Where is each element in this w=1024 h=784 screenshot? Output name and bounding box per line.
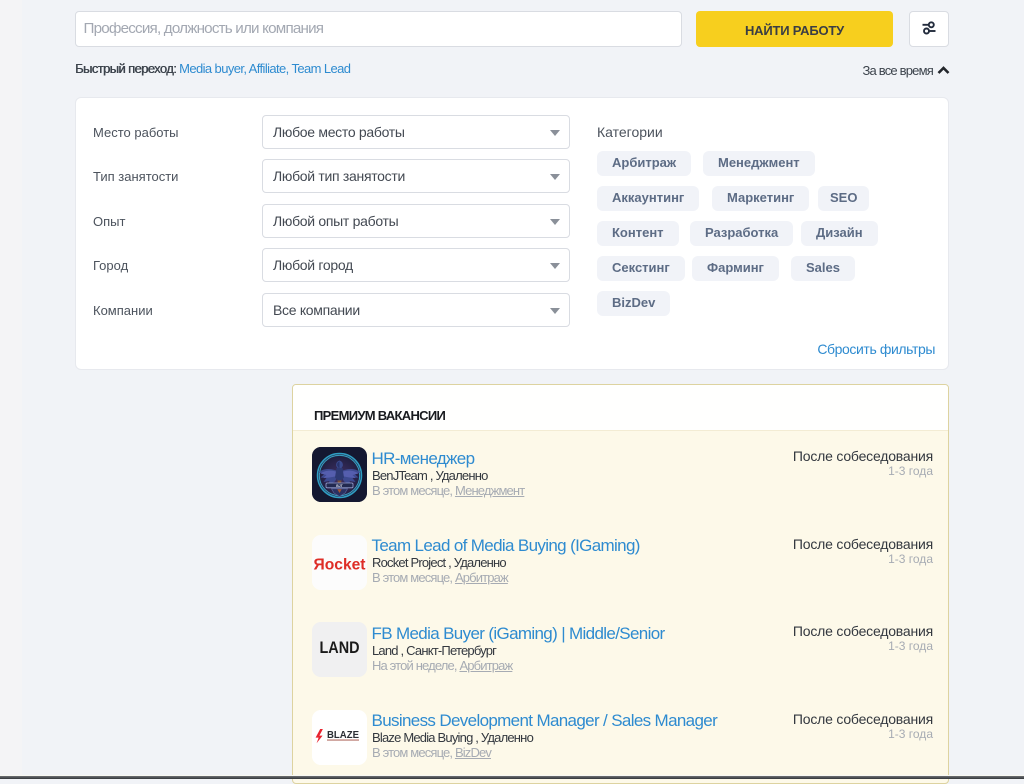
svg-text:Яocket: Яocket [314,556,367,573]
svg-text:BLAZE: BLAZE [327,729,359,741]
svg-text:BJT: BJT [336,484,343,488]
svg-text:LAND: LAND [320,638,360,657]
